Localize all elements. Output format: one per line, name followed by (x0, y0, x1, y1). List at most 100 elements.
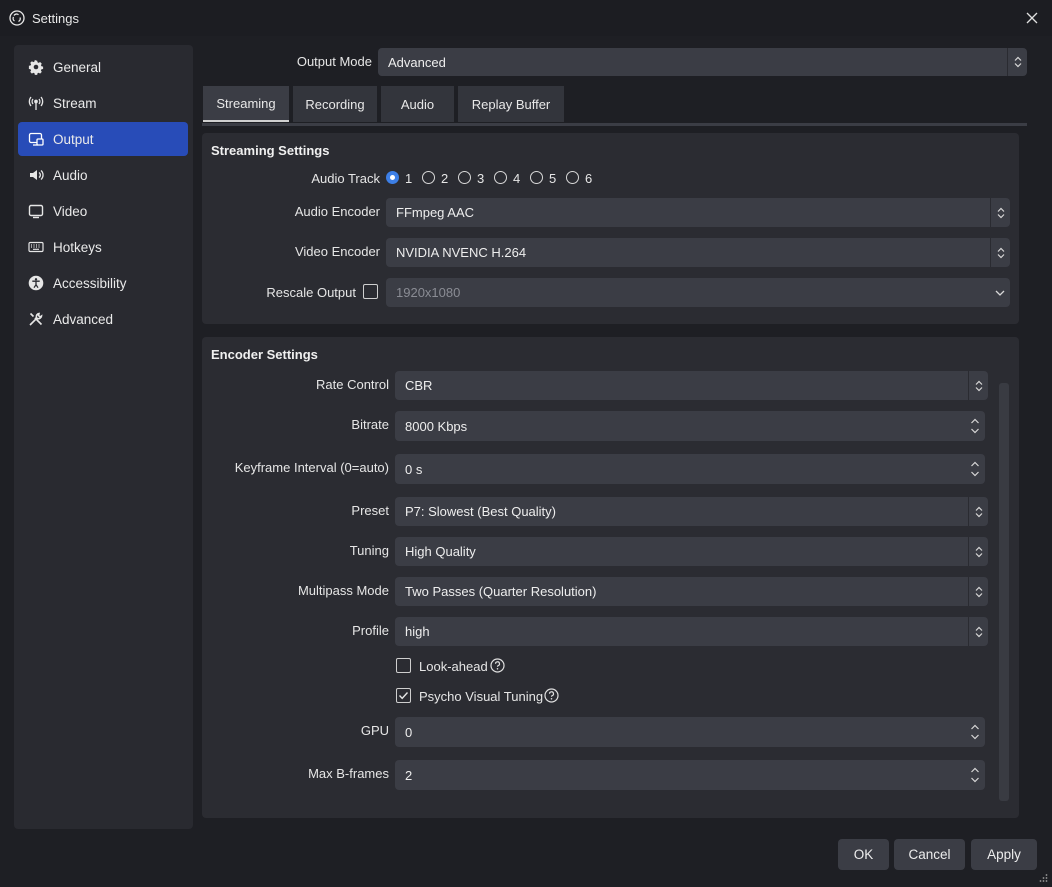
monitor-icon (27, 202, 45, 220)
title-bar: Settings (0, 0, 1052, 36)
preset-label: Preset (351, 503, 389, 518)
help-icon[interactable] (544, 688, 559, 703)
spin-arrows-icon[interactable] (965, 411, 985, 441)
keyboard-icon (27, 238, 45, 256)
audio-track-radio-1[interactable] (386, 171, 399, 184)
cancel-button[interactable]: Cancel (894, 839, 965, 870)
output-mode-value: Advanced (388, 55, 446, 70)
audio-encoder-select[interactable]: FFmpeg AAC (386, 198, 1010, 227)
gpu-spinbox[interactable]: 0 (395, 717, 985, 747)
accessibility-icon (27, 274, 45, 292)
antenna-icon (27, 94, 45, 112)
keyframe-interval-spinbox[interactable]: 0 s (395, 454, 985, 484)
audio-track-radio-6[interactable] (566, 171, 579, 184)
updown-arrows-icon (968, 497, 988, 526)
look-ahead-checkbox[interactable] (396, 658, 411, 673)
tab-label: Recording (305, 96, 365, 112)
multipass-mode-value: Two Passes (Quarter Resolution) (405, 584, 597, 599)
sidebar-item-output[interactable]: Output (18, 122, 188, 156)
sidebar-item-label: Advanced (53, 311, 114, 327)
profile-select[interactable]: high (395, 617, 988, 646)
look-ahead-label: Look-ahead (419, 659, 488, 674)
psycho-visual-tuning-checkbox[interactable] (396, 688, 411, 703)
encoder-settings-title: Encoder Settings (211, 347, 318, 362)
tab-label: Streaming (216, 95, 276, 111)
audio-track-radio-5[interactable] (530, 171, 543, 184)
sidebar-item-video[interactable]: Video (18, 194, 188, 228)
updown-arrows-icon (968, 371, 988, 400)
rate-control-select[interactable]: CBR (395, 371, 988, 400)
rate-control-label: Rate Control (316, 377, 389, 392)
tab-recording[interactable]: Recording (293, 86, 377, 122)
resize-grip-icon[interactable] (1038, 873, 1048, 883)
audio-encoder-label: Audio Encoder (294, 204, 380, 219)
help-icon[interactable] (490, 658, 505, 673)
sidebar-item-label: General (53, 59, 102, 75)
sidebar-item-label: Hotkeys (53, 239, 102, 255)
sidebar-item-label: Stream (53, 95, 97, 111)
gpu-value: 0 (405, 725, 413, 740)
output-mode-label: Output Mode (296, 54, 372, 69)
spin-arrows-icon[interactable] (965, 454, 985, 484)
bitrate-spinbox[interactable]: 8000 Kbps (395, 411, 985, 441)
max-b-frames-spinbox[interactable]: 2 (395, 760, 985, 790)
tab-audio[interactable]: Audio (381, 86, 454, 122)
updown-arrows-icon (990, 198, 1010, 227)
tab-replay-buffer[interactable]: Replay Buffer (458, 86, 564, 122)
rescale-output-label: Rescale Output (266, 285, 356, 300)
audio-track-option-label: 1 (405, 171, 413, 186)
sidebar: General Stream Output Audio Video Hotkey… (14, 45, 193, 829)
rescale-resolution-value: 1920x1080 (396, 285, 461, 300)
ok-button[interactable]: OK (838, 839, 889, 870)
sidebar-item-audio[interactable]: Audio (18, 158, 188, 192)
audio-encoder-value: FFmpeg AAC (396, 205, 475, 220)
rate-control-value: CBR (405, 378, 433, 393)
multipass-mode-label: Multipass Mode (297, 583, 389, 598)
audio-track-option-label: 2 (441, 171, 449, 186)
sidebar-item-label: Output (53, 131, 94, 147)
speaker-icon (27, 166, 45, 184)
max-b-frames-label: Max B-frames (308, 766, 389, 781)
output-icon (27, 130, 45, 148)
multipass-mode-select[interactable]: Two Passes (Quarter Resolution) (395, 577, 988, 606)
tuning-value: High Quality (405, 544, 476, 559)
audio-track-label: Audio Track (311, 171, 380, 186)
rescale-resolution-select[interactable]: 1920x1080 (386, 278, 1010, 307)
sidebar-item-stream[interactable]: Stream (18, 86, 188, 120)
psycho-visual-tuning-label: Psycho Visual Tuning (419, 689, 544, 704)
sidebar-item-advanced[interactable]: Advanced (18, 302, 188, 336)
encoder-settings-scrollbar[interactable] (999, 383, 1009, 801)
audio-track-option-label: 3 (477, 171, 485, 186)
spin-arrows-icon[interactable] (965, 717, 985, 747)
sidebar-item-hotkeys[interactable]: Hotkeys (18, 230, 188, 264)
preset-value: P7: Slowest (Best Quality) (405, 504, 556, 519)
audio-track-option-label: 6 (585, 171, 593, 186)
tab-streaming[interactable]: Streaming (203, 86, 289, 122)
tuning-label: Tuning (349, 543, 389, 558)
close-button[interactable] (1018, 6, 1046, 30)
tuning-select[interactable]: High Quality (395, 537, 988, 566)
updown-arrows-icon (968, 617, 988, 646)
audio-track-radio-4[interactable] (494, 171, 507, 184)
sidebar-item-accessibility[interactable]: Accessibility (18, 266, 188, 300)
audio-track-radio-3[interactable] (458, 171, 471, 184)
tab-bar-underline (202, 123, 1027, 126)
rescale-output-checkbox[interactable] (363, 284, 378, 299)
apply-button[interactable]: Apply (971, 839, 1037, 870)
output-mode-select[interactable]: Advanced (378, 48, 1027, 76)
sidebar-item-label: Accessibility (53, 275, 127, 291)
max-b-frames-value: 2 (405, 768, 413, 783)
sidebar-item-general[interactable]: General (18, 50, 188, 84)
video-encoder-label: Video Encoder (294, 244, 380, 259)
spin-arrows-icon[interactable] (965, 760, 985, 790)
obs-logo-icon (9, 10, 25, 26)
audio-track-radio-2[interactable] (422, 171, 435, 184)
sidebar-item-label: Audio (53, 167, 88, 183)
keyframe-interval-label: Keyframe Interval (0=auto) (234, 460, 389, 475)
window-title: Settings (32, 11, 79, 26)
tab-label: Audio (400, 96, 435, 112)
sidebar-item-label: Video (53, 203, 88, 219)
preset-select[interactable]: P7: Slowest (Best Quality) (395, 497, 988, 526)
video-encoder-select[interactable]: NVIDIA NVENC H.264 (386, 238, 1010, 267)
checkmark-icon (398, 692, 409, 700)
